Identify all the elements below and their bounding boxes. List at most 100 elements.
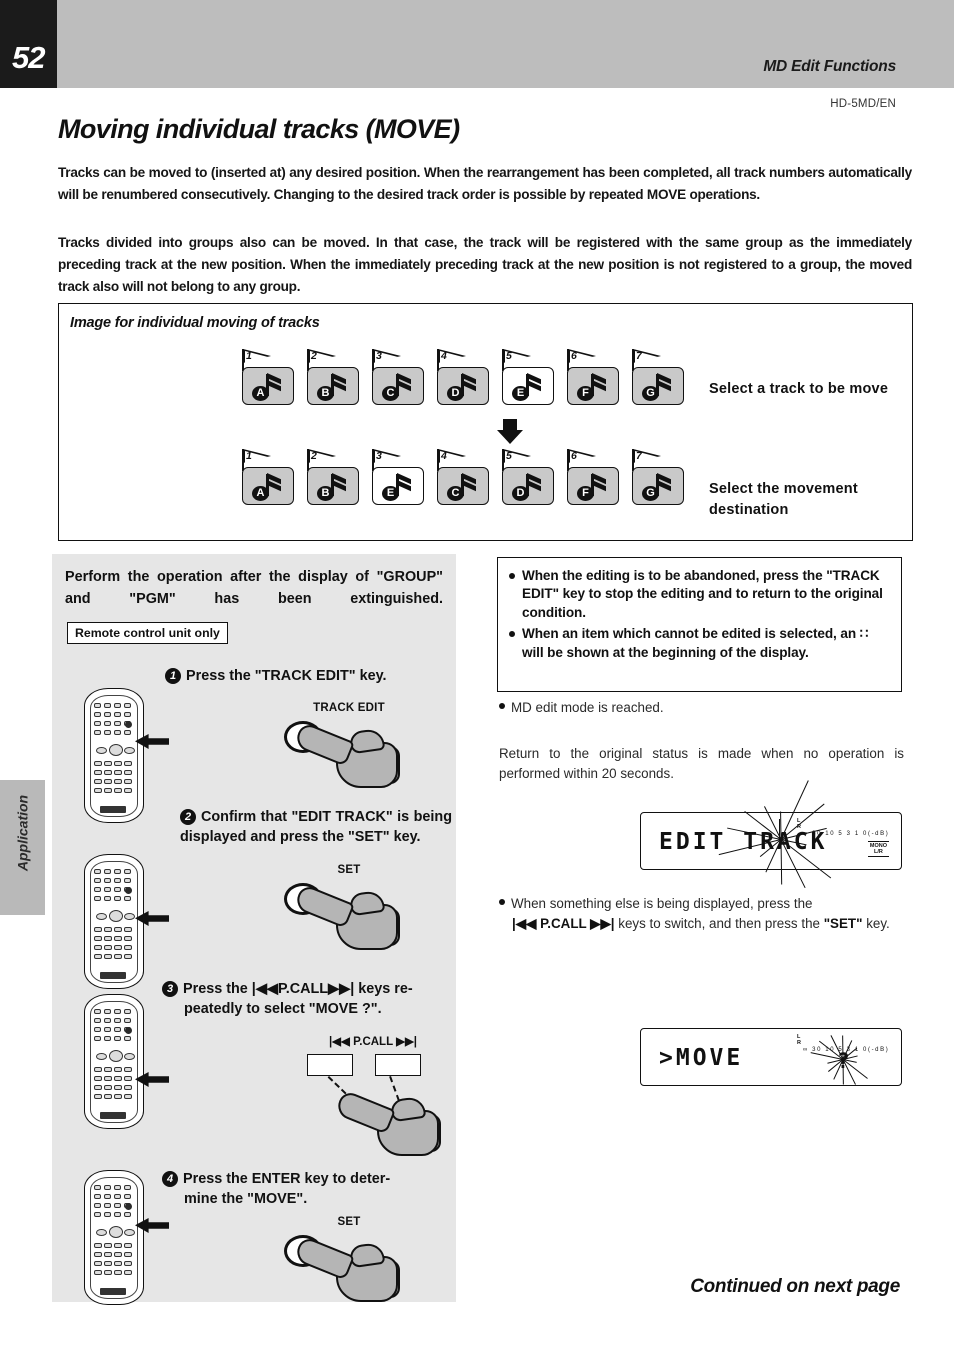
remote-button bbox=[124, 1212, 131, 1217]
remote-button bbox=[124, 1194, 131, 1199]
step-2-label: Confirm that "EDIT TRACK" is being displ… bbox=[180, 809, 452, 846]
remote-button bbox=[114, 788, 122, 793]
remote-button bbox=[94, 1203, 101, 1208]
remote-button bbox=[104, 721, 111, 726]
remote-brand-logo bbox=[100, 806, 126, 813]
diagram-title: Image for individual moving of tracks bbox=[70, 315, 320, 331]
remote-button bbox=[114, 878, 121, 883]
track-number: 1 bbox=[246, 350, 252, 362]
step-3-label-1: Press the |◀◀P.CALL▶▶| keys re- bbox=[183, 981, 413, 997]
track-cell: 2B bbox=[307, 449, 359, 505]
track-letter: D bbox=[451, 387, 460, 399]
md-edit-mode-text: MD edit mode is reached. bbox=[511, 700, 664, 715]
remote-button bbox=[94, 788, 102, 793]
side-tab-label: Application bbox=[14, 794, 31, 872]
remote-button bbox=[114, 730, 121, 735]
hand-icon-4 bbox=[293, 1235, 400, 1304]
side-tab-application: Application bbox=[0, 780, 45, 915]
track-box: D bbox=[502, 467, 554, 505]
remote-button bbox=[124, 761, 132, 766]
track-number: 7 bbox=[636, 350, 642, 362]
track-number: 6 bbox=[571, 450, 577, 462]
key-label-pcall: |◀◀ P.CALL ▶▶| bbox=[328, 1036, 418, 1048]
music-note-icon: E bbox=[512, 372, 548, 402]
remote-button bbox=[94, 1009, 101, 1014]
lcd-level-scale-1: LR ∞ 30 10 5 3 1 0(-dB) bbox=[773, 818, 893, 840]
track-letter: B bbox=[321, 487, 330, 499]
pcall-key-prev[interactable] bbox=[307, 1054, 353, 1076]
page-number: 52 bbox=[12, 40, 45, 75]
track-cell: 6F bbox=[567, 449, 619, 505]
remote-button bbox=[124, 878, 131, 883]
lcd-scale-lr-2: LR bbox=[797, 1034, 801, 1046]
track-letter: B bbox=[321, 387, 330, 399]
lcd-scale-bar-1 bbox=[779, 819, 781, 839]
switch-note-set: "SET" bbox=[823, 916, 863, 932]
step-4-text: 4 Press the ENTER key to deter- mine the … bbox=[162, 1169, 452, 1210]
remote-button bbox=[104, 1027, 111, 1032]
remote-button bbox=[114, 1094, 122, 1099]
track-box: A bbox=[242, 367, 294, 405]
step-1-text: 1 Press the "TRACK EDIT" key. bbox=[165, 666, 453, 686]
remote-button bbox=[104, 1094, 112, 1099]
track-letter: D bbox=[516, 487, 525, 499]
remote-button bbox=[114, 1185, 121, 1190]
lcd-cursor-question-mark: ? bbox=[837, 1049, 850, 1073]
track-cell: 1A bbox=[242, 449, 294, 505]
track-cell: 3E bbox=[372, 449, 424, 505]
track-letter: G bbox=[646, 487, 655, 499]
track-cell: 4C bbox=[437, 449, 489, 505]
remote-button bbox=[94, 721, 101, 726]
pcall-key-next[interactable] bbox=[375, 1054, 421, 1076]
remote-control-illustration-4 bbox=[84, 1170, 144, 1305]
track-cell: 6F bbox=[567, 349, 619, 405]
remote-button bbox=[124, 703, 131, 708]
remote-button bbox=[124, 788, 132, 793]
remote-button bbox=[94, 730, 101, 735]
music-note-icon: D bbox=[512, 472, 548, 502]
remote-button bbox=[104, 887, 111, 892]
track-letter: E bbox=[516, 387, 525, 399]
bullet-icon-3 bbox=[499, 703, 505, 709]
music-note-icon: F bbox=[577, 472, 613, 502]
perform-note: Perform the operation after the display … bbox=[65, 569, 443, 607]
remote-button bbox=[114, 703, 121, 708]
remote-button bbox=[94, 1194, 101, 1199]
remote-button bbox=[104, 945, 112, 950]
bullet-icon-2 bbox=[509, 631, 515, 638]
remote-button bbox=[104, 730, 111, 735]
step-4-label-1: Press the ENTER key to deter- bbox=[183, 1171, 391, 1187]
music-note-icon: C bbox=[447, 472, 483, 502]
track-box: G bbox=[632, 367, 684, 405]
remote-oval-button bbox=[124, 913, 135, 920]
remote-oval-button bbox=[96, 747, 107, 754]
track-letter: G bbox=[646, 387, 655, 399]
remote-button bbox=[94, 927, 102, 932]
remote-highlighted-key bbox=[125, 1203, 132, 1210]
remote-button bbox=[104, 1261, 112, 1266]
remote-button bbox=[104, 1036, 111, 1041]
track-number: 2 bbox=[311, 450, 317, 462]
remote-oval-button bbox=[96, 913, 107, 920]
remote-button bbox=[114, 954, 122, 959]
remote-button bbox=[124, 1185, 131, 1190]
remote-button bbox=[114, 945, 122, 950]
intro-paragraph-1: Tracks can be moved to (inserted at) any… bbox=[58, 165, 912, 203]
return-status-note: Return to the original status is made wh… bbox=[499, 746, 904, 782]
remote-button bbox=[124, 1076, 132, 1081]
remote-button bbox=[124, 1018, 131, 1023]
track-box: B bbox=[307, 467, 359, 505]
model-code: HD-5MD/EN bbox=[830, 98, 896, 110]
notice-item-2: When an item which cannot be edited is s… bbox=[508, 625, 891, 662]
remote-brand-logo bbox=[100, 972, 126, 979]
remote-button bbox=[114, 1212, 121, 1217]
remote-button bbox=[124, 1252, 132, 1257]
key-illustration-set-2: SET bbox=[274, 1216, 424, 1308]
remote-brand-logo bbox=[100, 1288, 126, 1295]
track-cell: 2B bbox=[307, 349, 359, 405]
switch-display-note: When something else is being displayed, … bbox=[499, 894, 904, 934]
bullet-icon-4 bbox=[499, 899, 505, 905]
remote-button bbox=[114, 1085, 122, 1090]
remote-button bbox=[114, 887, 121, 892]
lcd-badge-1: MONO L/R bbox=[867, 841, 889, 857]
